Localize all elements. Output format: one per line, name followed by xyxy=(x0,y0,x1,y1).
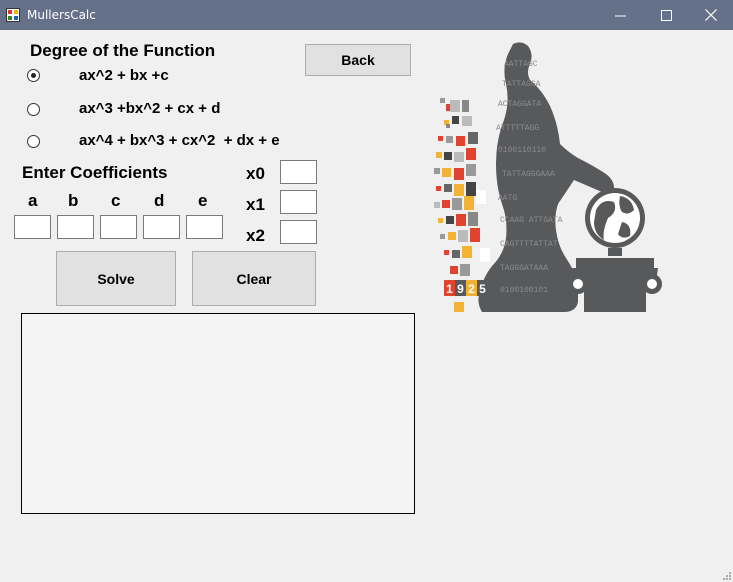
year-digit-2: 9 xyxy=(457,282,464,296)
coef-b-input[interactable] xyxy=(57,215,94,239)
svg-text:TATTAGGA: TATTAGGA xyxy=(502,80,541,89)
degree-3-label[interactable]: ax^3 +bx^2 + cx + d xyxy=(79,100,220,117)
x2-label: x2 xyxy=(246,226,265,245)
svg-text:AATG: AATG xyxy=(498,194,517,203)
window-title: MullersCalc xyxy=(27,8,96,22)
year-digit-1: 1 xyxy=(446,282,453,296)
close-icon xyxy=(705,9,717,21)
close-button[interactable] xyxy=(688,0,733,30)
degree-4-radio[interactable] xyxy=(27,135,40,148)
degree-2-radio[interactable] xyxy=(27,69,40,82)
clear-button[interactable]: Clear xyxy=(192,251,316,306)
svg-text:TATTAGGGAAA: TATTAGGGAAA xyxy=(502,170,555,179)
back-button[interactable]: Back xyxy=(305,44,411,76)
svg-text:0100110110: 0100110110 xyxy=(498,146,546,155)
minimize-icon xyxy=(614,15,626,16)
maximize-icon xyxy=(660,9,672,21)
x2-input[interactable] xyxy=(280,220,317,244)
pixel-squares xyxy=(434,98,490,312)
x1-label: x1 xyxy=(246,195,265,214)
degree-3-radio[interactable] xyxy=(27,103,40,116)
coef-a-label: a xyxy=(28,191,38,210)
svg-text:TAGGGATAAA: TAGGGATAAA xyxy=(500,264,548,273)
svg-text:0100100101: 0100100101 xyxy=(500,286,548,295)
globe-icon xyxy=(585,188,645,256)
coef-d-input[interactable] xyxy=(143,215,180,239)
title-bar: MullersCalc xyxy=(0,0,733,30)
coef-e-input[interactable] xyxy=(186,215,223,239)
output-box[interactable] xyxy=(21,313,415,514)
degree-heading: Degree of the Function xyxy=(30,41,216,60)
coef-a-input[interactable] xyxy=(14,215,51,239)
minimize-button[interactable] xyxy=(597,0,643,30)
year-digit-3: 2 xyxy=(468,282,475,296)
x1-input[interactable] xyxy=(280,190,317,214)
coef-c-input[interactable] xyxy=(100,215,137,239)
column-pedestal-icon xyxy=(568,258,662,312)
app-icon xyxy=(6,8,20,22)
coef-b-label: b xyxy=(68,191,79,210)
svg-text:CCAAG ATTGATA: CCAAG ATTGATA xyxy=(500,216,563,225)
coefficients-heading: Enter Coefficients xyxy=(22,163,168,182)
svg-text:CAGTTTTATTAT: CAGTTTTATTAT xyxy=(500,240,558,249)
resize-grip-icon[interactable] xyxy=(721,570,731,580)
logo-illustration: AATTAGC TATTAGGA ACTAGGATA ATTTTTAGG 010… xyxy=(434,42,662,313)
svg-text:ATTTTTAGG: ATTTTTAGG xyxy=(496,124,539,133)
degree-4-label[interactable]: ax^4 + bx^3 + cx^2 + dx + e xyxy=(79,132,280,149)
svg-text:AATTAGC: AATTAGC xyxy=(504,60,538,69)
solve-button[interactable]: Solve xyxy=(56,251,176,306)
coef-d-label: d xyxy=(154,191,165,210)
svg-text:ACTAGGATA: ACTAGGATA xyxy=(498,100,541,109)
coef-e-label: e xyxy=(198,191,208,210)
x0-input[interactable] xyxy=(280,160,317,184)
year-digit-4: 5 xyxy=(479,282,486,296)
coef-c-label: c xyxy=(111,191,121,210)
maximize-button[interactable] xyxy=(643,0,689,30)
x0-label: x0 xyxy=(246,164,265,183)
degree-2-label[interactable]: ax^2 + bx +c xyxy=(79,67,169,84)
year-tiles: 1 9 2 5 xyxy=(444,280,488,296)
